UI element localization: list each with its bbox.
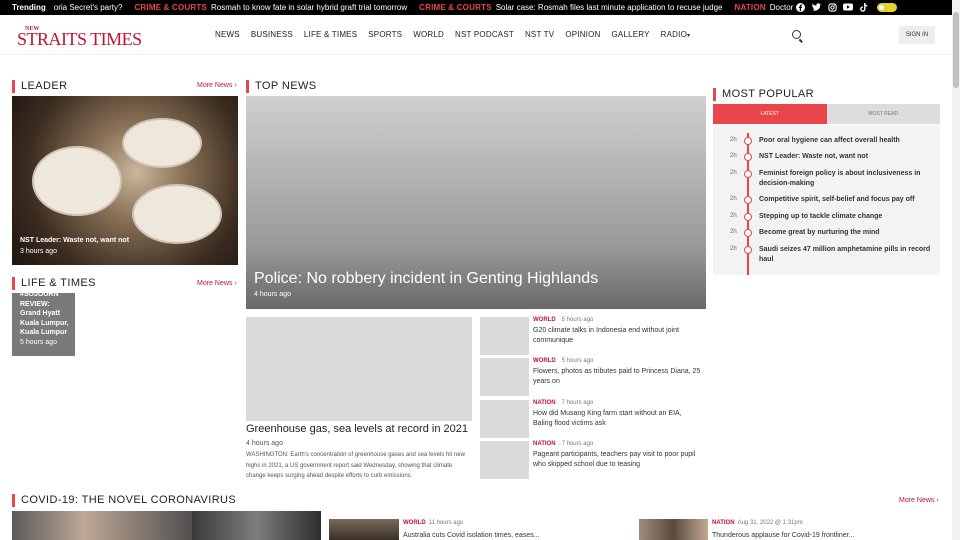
tab-latest[interactable]: LATEST	[713, 104, 827, 124]
nav-item-opinion[interactable]: OPINION	[565, 30, 600, 39]
scrollbar-thumb[interactable]	[953, 12, 959, 88]
covid-item-headline[interactable]: Thunderous applause for Covid-19 frontli…	[712, 532, 854, 539]
site-logo[interactable]: NEW STRAITS TIMES	[17, 26, 142, 50]
nav-item-gallery[interactable]: GALLERY	[612, 30, 650, 39]
thumbnail	[480, 358, 529, 396]
caret-down-icon: ▾	[687, 33, 691, 39]
nav-item-nst-podcast[interactable]: NST PODCAST	[455, 30, 514, 39]
twitter-icon[interactable]	[811, 2, 821, 12]
leader-time: 3 hours ago	[20, 248, 57, 255]
thumbnail	[480, 317, 529, 355]
main-nav: NEWS BUSINESS LIFE & TIMES SPORTS WORLD …	[215, 30, 690, 39]
nav-item-sports[interactable]: SPORTS	[368, 30, 402, 39]
life-times-time: 5 hours ago	[20, 339, 57, 346]
covid-item-meta: NATION Aug 31, 2022 @ 1:31pm	[712, 520, 803, 526]
list-item[interactable]: WORLD 5 hours ago Flowers, photos as trib…	[480, 358, 706, 396]
covid-item-meta: WORLD 11 hours ago	[403, 520, 464, 526]
covid-image[interactable]	[192, 511, 321, 540]
most-popular-list: 2h Poor oral hygiene can affect overall h…	[713, 125, 940, 275]
thumbnail	[480, 400, 529, 438]
covid-thumbnail[interactable]	[329, 519, 399, 540]
trending-bar: Trending oria Secret's party? CRIME & CO…	[0, 0, 952, 15]
nav-item-radio[interactable]: RADIO▾	[661, 30, 691, 39]
list-item[interactable]: NATION 7 hours ago How did Musang King fa…	[480, 400, 706, 438]
top-news-time: 4 hours ago	[254, 291, 291, 298]
covid-item-headline[interactable]: Australia cuts Covid isolation times, ea…	[403, 532, 540, 539]
nav-item-business[interactable]: BUSINESS	[251, 30, 293, 39]
trending-item[interactable]: oria Secret's party?	[54, 3, 123, 12]
top-news-hero[interactable]: Police: No robbery incident in Genting H…	[246, 96, 706, 309]
youtube-icon[interactable]	[843, 2, 853, 12]
covid-thumbnail[interactable]	[639, 519, 708, 540]
instagram-icon[interactable]	[827, 2, 837, 12]
facebook-icon[interactable]	[795, 2, 805, 12]
top-news-headline[interactable]: Police: No robbery incident in Genting H…	[254, 270, 598, 288]
site-header: NEW STRAITS TIMES NEWS BUSINESS LIFE & T…	[0, 15, 952, 55]
covid-more-link[interactable]: More News ›	[899, 497, 939, 504]
thumbnail	[480, 441, 529, 479]
trending-item[interactable]: NATION Doctor	[734, 3, 793, 12]
top-news-section-title: TOP NEWS	[246, 80, 316, 93]
list-item[interactable]: WORLD 5 hours ago G20 climate talks in In…	[480, 317, 706, 355]
leader-image[interactable]: NST Leader: Waste not, want not 3 hours …	[12, 96, 238, 265]
nav-item-world[interactable]: WORLD	[413, 30, 444, 39]
leader-section-title: LEADER	[12, 80, 67, 93]
leader-headline[interactable]: NST Leader: Waste not, want not	[20, 237, 129, 244]
tab-most-read[interactable]: MOST READ	[826, 104, 940, 124]
trending-label: Trending	[12, 3, 46, 12]
covid-section-title: COVID-19: THE NOVEL CORONAVIRUS	[12, 494, 236, 507]
secondary-story-headline[interactable]: Greenhouse gas, sea levels at record in …	[246, 423, 468, 435]
theme-toggle[interactable]	[877, 2, 897, 12]
secondary-story-summary: WASHINGTON: Earth's concentration of gre…	[246, 452, 465, 479]
most-popular-title: MOST POPULAR	[713, 88, 814, 101]
nav-item-life-times[interactable]: LIFE & TIMES	[304, 30, 357, 39]
life-times-more-link[interactable]: More News ›	[197, 280, 237, 287]
life-times-headline[interactable]: #SOJOURN REVIEW: Grand Hyatt Kuala Lumpu…	[20, 293, 72, 338]
sign-in-button[interactable]: SIGN IN	[899, 26, 935, 44]
nav-item-nst-tv[interactable]: NST TV	[525, 30, 554, 39]
trending-item[interactable]: CRIME & COURTS Solar case: Rosmah files l…	[419, 3, 722, 12]
secondary-story-image[interactable]	[246, 317, 472, 421]
page-scrollbar[interactable]	[952, 0, 960, 540]
nav-item-news[interactable]: NEWS	[215, 30, 240, 39]
life-times-card[interactable]: #SOJOURN REVIEW: Grand Hyatt Kuala Lumpu…	[12, 293, 75, 356]
tiktok-icon[interactable]	[859, 2, 869, 12]
secondary-story-time: 4 hours ago	[246, 440, 283, 447]
most-popular-tabs: LATEST MOST READ	[713, 104, 940, 124]
list-item[interactable]: NATION 7 hours ago Pageant participants, …	[480, 441, 706, 479]
search-icon[interactable]	[792, 30, 801, 39]
leader-more-link[interactable]: More News ›	[197, 82, 237, 89]
covid-image[interactable]	[12, 511, 192, 540]
social-links	[795, 2, 897, 12]
trending-item[interactable]: CRIME & COURTS Rosmah to know fate in sol…	[134, 3, 407, 12]
life-times-section-title: LIFE & TIMES	[12, 277, 96, 290]
